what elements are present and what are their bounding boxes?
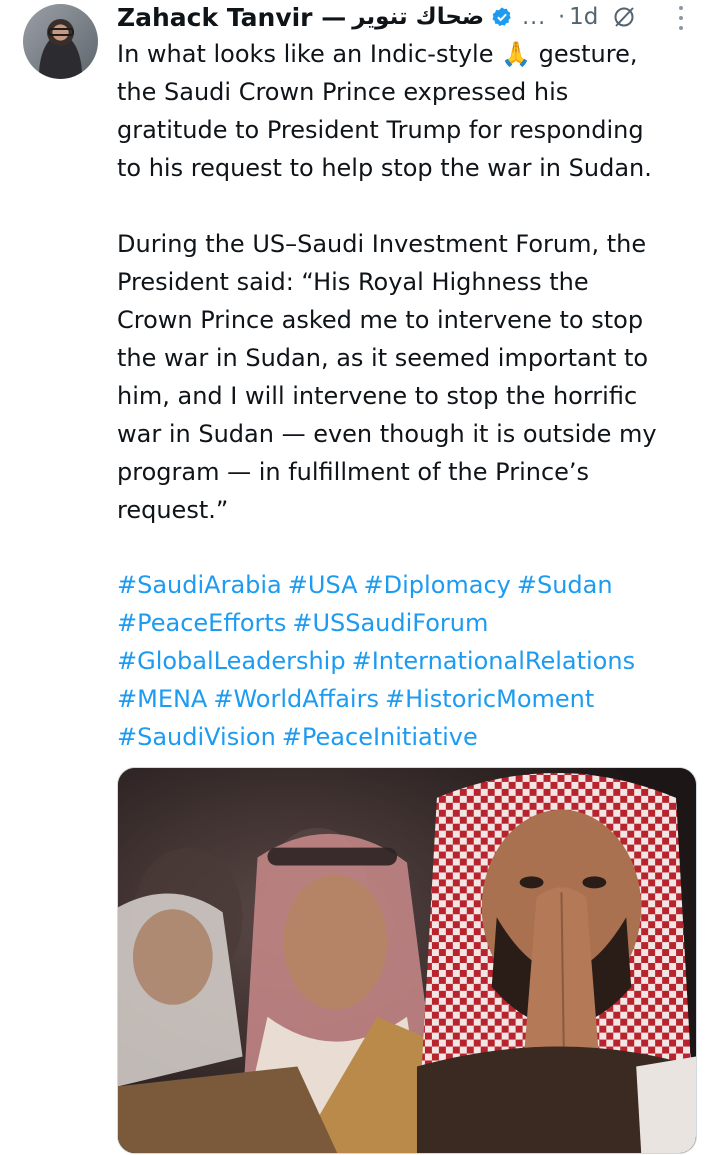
text-line: President said: “His Royal Highness the [117,268,589,296]
text-line: gratitude to President Trump for respond… [117,116,644,144]
hashtag-link[interactable]: #WorldAffairs [213,685,379,713]
hashtag-link[interactable]: #GlobalLeadership [117,647,346,675]
hashtag-link[interactable]: #MENA [117,685,207,713]
hashtag-link[interactable]: #SaudiArabia [117,571,282,599]
hashtag-block: #SaudiArabia #USA #Diplomacy #Sudan #PeaceE… [117,566,707,756]
post-text: In what looks like an Indic-style 🙏 gest… [117,35,707,529]
hashtag-link[interactable]: #InternationalRelations [352,647,636,675]
more-options-icon[interactable] [676,6,686,30]
post-header: Zahack Tanvir — ضحاك تنوير ... · 1d [117,0,697,34]
text-line: the Saudi Crown Prince expressed his [117,78,569,106]
separator-dot: · [558,4,566,30]
avatar[interactable] [23,4,98,79]
truncation-ellipsis: ... [522,4,547,30]
author-name[interactable]: Zahack Tanvir — [117,3,346,32]
hashtag-line: #MENA #WorldAffairs #HistoricMoment [117,680,707,718]
text-line: program — in fulfillment of the Prince’s [117,458,590,486]
hashtag-link[interactable]: #USSaudiForum [292,609,488,637]
hashtag-link[interactable]: #SaudiVision [117,723,276,751]
post[interactable]: Zahack Tanvir — ضحاك تنوير ... · 1d In w… [0,0,720,1155]
verified-badge-icon [492,7,511,27]
hashtag-link[interactable]: #PeaceInitiative [282,723,478,751]
text-line: Crown Prince asked me to intervene to st… [117,306,644,334]
text-line: the war in Sudan, as it seemed important… [117,344,649,372]
text-line: him, and I will intervene to stop the ho… [117,382,638,410]
hashtag-link[interactable]: #HistoricMoment [385,685,594,713]
text-line: During the US–Saudi Investment Forum, th… [117,230,647,258]
text-line: to his request to help stop the war in S… [117,154,652,182]
hashtag-line: #SaudiVision #PeaceInitiative [117,718,707,756]
hashtag-line: #SaudiArabia #USA #Diplomacy #Sudan [117,566,707,604]
hashtag-link[interactable]: #Diplomacy [364,571,511,599]
text-line: war in Sudan — even though it is outside… [117,420,657,448]
hashtag-link[interactable]: #USA [288,571,358,599]
post-image[interactable] [117,767,697,1154]
post-timestamp[interactable]: 1d [569,4,598,30]
text-line: request.” [117,496,229,524]
text-line: In what looks like an Indic-style 🙏 gest… [117,40,638,68]
hashtag-link[interactable]: #PeaceEfforts [117,609,286,637]
hashtag-line: #GlobalLeadership #InternationalRelations [117,642,707,680]
photo-illustration [118,768,696,1153]
author-name-arabic[interactable]: ضحاك تنوير [352,4,484,30]
hashtag-line: #PeaceEfforts #USSaudiForum [117,604,707,642]
grok-icon[interactable] [612,5,636,29]
hashtag-link[interactable]: #Sudan [517,571,613,599]
